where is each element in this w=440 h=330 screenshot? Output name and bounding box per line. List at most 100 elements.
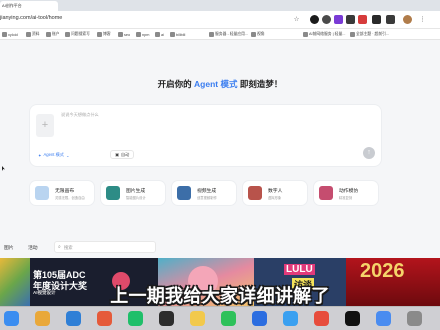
browser-toolbar: jianying.com/ai-tool/home ☆ ⋮: [0, 11, 440, 29]
bookmark-icon: [303, 32, 308, 37]
dock-app-notes-icon[interactable]: [190, 311, 205, 326]
bookmark-label: seo: [124, 32, 131, 37]
feature-thumbnail: [319, 186, 333, 200]
bookmark-item[interactable]: 博客: [97, 31, 111, 38]
sidebar-icon[interactable]: [386, 15, 395, 24]
bookmark-item[interactable]: ai: [155, 31, 164, 38]
send-button[interactable]: ↑: [363, 147, 375, 159]
feature-subtitle: 精准复刻: [339, 196, 353, 200]
bookmark-icon: [209, 32, 214, 37]
bookmark-item[interactable]: seo: [118, 31, 130, 38]
bookmark-item[interactable]: 全部主题 · 超前引...: [350, 31, 389, 38]
feature-card[interactable]: 视频生成 创意视频制作: [172, 181, 236, 205]
browser-tab[interactable]: AI创作平台: [0, 1, 58, 11]
bookmark-icon: [155, 32, 160, 37]
search-input[interactable]: ⌕ 搜索: [54, 241, 156, 253]
feature-card[interactable]: 无限画布 灵感无限，创造自由: [30, 181, 94, 205]
mouse-cursor: [2, 166, 5, 171]
bookmark-label: 问题搜索写: [71, 32, 90, 36]
dock-app-vs-code-icon[interactable]: [66, 311, 81, 326]
bookmark-icon: [26, 32, 31, 37]
page-title: 开启你的 Agent 模式 即刻造梦！: [157, 79, 283, 89]
dock-app-chrome-icon[interactable]: [35, 311, 50, 326]
feature-title: 图片生成: [126, 189, 146, 194]
dock-app-terminal-icon[interactable]: [159, 311, 174, 326]
bookmark-label: AI前网络服务 | 轻量...: [309, 32, 346, 36]
bookmark-icon: [65, 32, 70, 37]
dock-app-mail-icon[interactable]: [283, 311, 298, 326]
bookmark-label: 服务器 - 轻量应用...: [215, 32, 249, 36]
extension-icon[interactable]: [310, 15, 319, 24]
feature-thumbnail: [177, 186, 191, 200]
feature-card[interactable]: 图片生成智能图片设计: [101, 181, 165, 205]
bookmark-item[interactable]: xyloid: [2, 31, 18, 38]
agent-mode-highlight: Agent 模式: [194, 79, 238, 89]
ratio-selector[interactable]: ▣ 自动: [110, 150, 135, 159]
dock-app-wechat-icon[interactable]: [221, 311, 236, 326]
extension-icon[interactable]: [334, 15, 343, 24]
bookmark-item[interactable]: npm: [136, 31, 149, 38]
menu-icon[interactable]: ⋮: [418, 15, 427, 24]
dock-app-pycharm-icon[interactable]: [128, 311, 143, 326]
feature-subtitle: 智能图片设计: [126, 196, 146, 200]
bookmark-label: 账户: [52, 32, 60, 36]
mode-selector[interactable]: ✦ Agent 模式 ⌄: [38, 151, 70, 159]
bookmark-label: 资料: [32, 32, 40, 36]
feature-cards: 无限画布 灵感无限，创造自由 图片生成 智能图片设计 视频生成 创意视频制作 数字人 虚拟形象…: [30, 181, 381, 205]
dock-app-qq-icon[interactable]: [252, 311, 267, 326]
extension-icon[interactable]: [346, 15, 355, 24]
avatar[interactable]: [403, 15, 412, 24]
tab-title: AI创作平台: [2, 3, 22, 8]
chevron-down-icon: ⌄: [66, 152, 70, 158]
bookmark-item[interactable]: 视角: [251, 31, 265, 38]
feature-thumbnail: [248, 186, 262, 200]
add-image-button[interactable]: +: [36, 114, 54, 137]
bookmark-item[interactable]: 服务器 - 轻量应用...: [209, 31, 248, 38]
search-icon: ⌕: [58, 244, 61, 250]
dock-app-finder-icon[interactable]: [4, 311, 19, 326]
bookmark-icon: [97, 32, 102, 37]
bookmark-item[interactable]: 账户: [46, 31, 60, 38]
puzzle-icon[interactable]: [372, 15, 381, 24]
tab-strip: AI创作平台: [0, 0, 440, 11]
extension-icon[interactable]: [358, 15, 367, 24]
bookmark-item[interactable]: bilibili: [170, 31, 185, 38]
tab-images[interactable]: 图片: [4, 244, 14, 251]
dock-app-git-icon[interactable]: [97, 311, 112, 326]
bookmark-icon: [136, 32, 141, 37]
sparkle-icon: ✦: [38, 152, 42, 158]
feature-subtitle: 创意视频制作: [197, 196, 217, 200]
bookmark-label: npm: [142, 32, 150, 37]
dock-app-store-icon[interactable]: [376, 311, 391, 326]
bookmark-icon: [350, 32, 355, 37]
bookmark-label: bilibili: [176, 32, 186, 37]
star-icon[interactable]: ☆: [292, 15, 301, 24]
address-bar[interactable]: jianying.com/ai-tool/home: [0, 15, 62, 21]
dock-app-calendar-icon[interactable]: [314, 311, 329, 326]
bookmark-label: 博客: [103, 32, 111, 36]
feature-card[interactable]: 数字人 虚拟形象: [243, 181, 307, 205]
tab-activities[interactable]: 活动: [28, 244, 38, 251]
bookmark-item[interactable]: 资料: [26, 31, 40, 38]
bookmark-icon: [46, 32, 51, 37]
bookmark-item[interactable]: AI前网络服务 | 轻量...: [303, 31, 345, 38]
dock: [0, 306, 440, 330]
bookmark-item[interactable]: 问题搜索写: [65, 31, 90, 38]
prompt-input[interactable]: 说说今天想做点什么: [61, 112, 99, 118]
extension-icon[interactable]: [322, 15, 331, 24]
aspect-ratio-icon: ▣: [115, 152, 119, 157]
feature-title: 数字人: [268, 189, 283, 194]
bookmark-icon: [251, 32, 256, 37]
prompt-composer: + 说说今天想做点什么 ✦ Agent 模式 ⌄ ▣ 自动 ↑: [30, 105, 381, 166]
dock-app-tiktok-icon[interactable]: [345, 311, 360, 326]
bookmark-icon: [118, 32, 123, 37]
bookmark-label: 视角: [257, 32, 265, 36]
bookmark-icon: [170, 32, 175, 37]
feature-title: 动作模仿: [339, 189, 359, 194]
feature-title: 无限画布: [55, 189, 75, 194]
feature-card[interactable]: 动作模仿 精准复刻: [314, 181, 378, 205]
feature-subtitle: 虚拟形象: [268, 196, 282, 200]
dock-app-trash-icon[interactable]: [407, 311, 422, 326]
bookmark-label: xyloid: [8, 32, 18, 37]
bookmark-icon: [2, 32, 7, 37]
